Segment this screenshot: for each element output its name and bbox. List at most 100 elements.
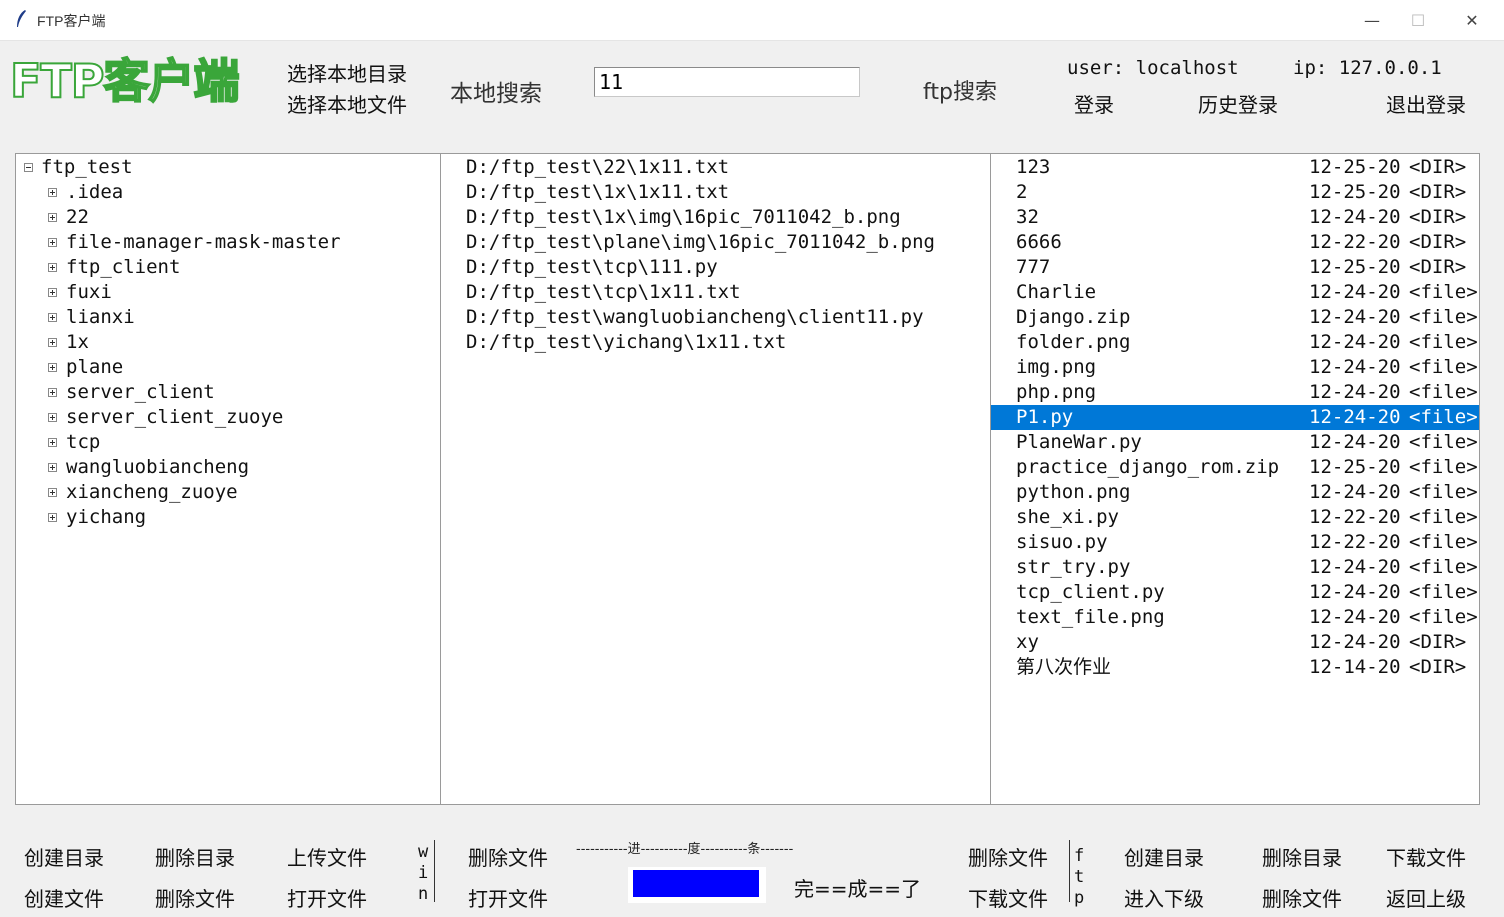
logout-button[interactable]: 退出登录: [1386, 89, 1466, 118]
tree-root[interactable]: ftp_test: [41, 155, 133, 180]
search-result-item[interactable]: D:/ftp_test\tcp\1x11.txt: [466, 280, 741, 305]
ftp-back-up-button[interactable]: 返回上级: [1386, 883, 1466, 912]
ftp-delete-file-button-2[interactable]: 删除文件: [1262, 883, 1342, 912]
tree-item[interactable]: tcp: [66, 430, 100, 455]
local-create-file-button[interactable]: 创建文件: [24, 883, 104, 912]
expand-icon[interactable]: [48, 513, 57, 522]
expand-icon[interactable]: [48, 338, 57, 347]
ftp-file-row[interactable]: python.png 12-24-20 <file>: [991, 480, 1479, 505]
ftp-separator: [1069, 840, 1070, 902]
close-button[interactable]: ✕: [1449, 0, 1495, 40]
minimize-button[interactable]: —: [1349, 0, 1395, 40]
tree-item[interactable]: 1x: [66, 330, 89, 355]
ftp-file-row[interactable]: Django.zip 12-24-20 <file>: [991, 305, 1479, 330]
search-result-item[interactable]: D:/ftp_test\1x\1x11.txt: [466, 180, 729, 205]
ftp-file-date: 12-24-20: [1309, 331, 1401, 353]
win-section-label: w i n: [418, 842, 428, 905]
tree-item[interactable]: fuxi: [66, 280, 112, 305]
ftp-file-date: 12-24-20: [1309, 481, 1401, 503]
search-result-item[interactable]: D:/ftp_test\1x\img\16pic_7011042_b.png: [466, 205, 901, 230]
search-input[interactable]: 11: [594, 67, 860, 97]
ftp-file-row[interactable]: img.png 12-24-20 <file>: [991, 355, 1479, 380]
search-result-item[interactable]: D:/ftp_test\yichang\1x11.txt: [466, 330, 786, 355]
local-open-file-button[interactable]: 打开文件: [287, 883, 367, 912]
local-create-dir-button[interactable]: 创建目录: [24, 842, 104, 871]
win-delete-file-button[interactable]: 删除文件: [468, 842, 548, 871]
ftp-file-type: <file>: [1409, 381, 1478, 403]
local-delete-dir-button[interactable]: 删除目录: [155, 842, 235, 871]
ftp-file-row[interactable]: 32 12-24-20 <DIR>: [991, 205, 1479, 230]
ftp-file-type: <file>: [1409, 556, 1478, 578]
ftp-download-file-button[interactable]: 下载文件: [968, 883, 1048, 912]
search-result-item[interactable]: D:/ftp_test\tcp\111.py: [466, 255, 718, 280]
expand-icon[interactable]: [48, 263, 57, 272]
tree-item[interactable]: ftp_client: [66, 255, 180, 280]
ftp-file-row[interactable]: php.png 12-24-20 <file>: [991, 380, 1479, 405]
win-label-w: w: [418, 842, 429, 862]
tree-item[interactable]: 22: [66, 205, 89, 230]
win-open-file-button[interactable]: 打开文件: [468, 883, 548, 912]
ftp-file-row[interactable]: 6666 12-22-20 <DIR>: [991, 230, 1479, 255]
expand-icon[interactable]: [48, 413, 57, 422]
history-login-button[interactable]: 历史登录: [1198, 89, 1278, 118]
ftp-file-row[interactable]: 第八次作业 12-14-20 <DIR>: [991, 655, 1479, 680]
ftp-download-button[interactable]: 下载文件: [1386, 842, 1466, 871]
ftp-label-t: t: [1074, 867, 1085, 887]
tree-item[interactable]: .idea: [66, 180, 123, 205]
ftp-file-row[interactable]: str_try.py 12-24-20 <file>: [991, 555, 1479, 580]
ftp-delete-dir-button[interactable]: 删除目录: [1262, 842, 1342, 871]
ftp-file-type: <DIR>: [1409, 231, 1467, 253]
ftp-file-list-panel[interactable]: 123 12-25-20 <DIR> 2 12-25-20 <DIR> 32 12-24-20…: [990, 153, 1480, 805]
tree-item[interactable]: server_client: [66, 380, 215, 405]
upload-file-button[interactable]: 上传文件: [287, 842, 367, 871]
collapse-icon[interactable]: [24, 163, 33, 172]
expand-icon[interactable]: [48, 238, 57, 247]
expand-icon[interactable]: [48, 313, 57, 322]
select-local-file-button[interactable]: 选择本地文件: [287, 89, 407, 118]
tree-item[interactable]: lianxi: [66, 305, 135, 330]
local-search-button[interactable]: 本地搜索: [450, 74, 542, 108]
expand-icon[interactable]: [48, 213, 57, 222]
login-button[interactable]: 登录: [1074, 89, 1114, 118]
ftp-file-row[interactable]: text_file.png 12-24-20 <file>: [991, 605, 1479, 630]
expand-icon[interactable]: [48, 188, 57, 197]
local-tree-panel[interactable]: ftp_test .idea 22 file-manager-mask-master f…: [15, 153, 440, 805]
maximize-button[interactable]: ☐: [1395, 0, 1441, 40]
ftp-file-row[interactable]: PlaneWar.py 12-24-20 <file>: [991, 430, 1479, 455]
expand-icon[interactable]: [48, 288, 57, 297]
tree-item[interactable]: xiancheng_zuoye: [66, 480, 238, 505]
ftp-delete-file-button[interactable]: 删除文件: [968, 842, 1048, 871]
ftp-search-button[interactable]: ftp搜索: [923, 74, 997, 106]
tree-item[interactable]: server_client_zuoye: [66, 405, 283, 430]
search-results-panel[interactable]: D:/ftp_test\22\1x11.txt D:/ftp_test\1x\1x…: [440, 153, 990, 805]
expand-icon[interactable]: [48, 463, 57, 472]
local-delete-file-button[interactable]: 删除文件: [155, 883, 235, 912]
ftp-file-row[interactable]: tcp_client.py 12-24-20 <file>: [991, 580, 1479, 605]
tree-item[interactable]: file-manager-mask-master: [66, 230, 341, 255]
ftp-file-row[interactable]: folder.png 12-24-20 <file>: [991, 330, 1479, 355]
search-result-item[interactable]: D:/ftp_test\plane\img\16pic_7011042_b.pn…: [466, 230, 935, 255]
ftp-file-row[interactable]: sisuo.py 12-22-20 <file>: [991, 530, 1479, 555]
select-local-dir-button[interactable]: 选择本地目录: [287, 58, 407, 87]
ftp-file-type: <file>: [1409, 581, 1478, 603]
search-result-item[interactable]: D:/ftp_test\22\1x11.txt: [466, 155, 729, 180]
ftp-file-row[interactable]: 2 12-25-20 <DIR>: [991, 180, 1479, 205]
ftp-create-dir-button[interactable]: 创建目录: [1124, 842, 1204, 871]
ftp-file-row[interactable]: she_xi.py 12-22-20 <file>: [991, 505, 1479, 530]
expand-icon[interactable]: [48, 488, 57, 497]
tree-item[interactable]: plane: [66, 355, 123, 380]
ftp-file-row[interactable]: 777 12-25-20 <DIR>: [991, 255, 1479, 280]
ftp-file-row[interactable]: P1.py 12-24-20 <file>: [991, 405, 1479, 430]
ftp-file-row[interactable]: Charlie 12-24-20 <file>: [991, 280, 1479, 305]
search-result-item[interactable]: D:/ftp_test\wangluobiancheng\client11.py: [466, 305, 924, 330]
ftp-enter-subdir-button[interactable]: 进入下级: [1124, 883, 1204, 912]
ftp-label-p: p: [1074, 888, 1085, 908]
ftp-file-row[interactable]: xy 12-24-20 <DIR>: [991, 630, 1479, 655]
ftp-file-row[interactable]: 123 12-25-20 <DIR>: [991, 155, 1479, 180]
tree-item[interactable]: wangluobiancheng: [66, 455, 249, 480]
expand-icon[interactable]: [48, 363, 57, 372]
expand-icon[interactable]: [48, 388, 57, 397]
expand-icon[interactable]: [48, 438, 57, 447]
tree-item[interactable]: yichang: [66, 505, 146, 530]
ftp-file-row[interactable]: practice_django_rom.zip 12-25-20 <file>: [991, 455, 1479, 480]
